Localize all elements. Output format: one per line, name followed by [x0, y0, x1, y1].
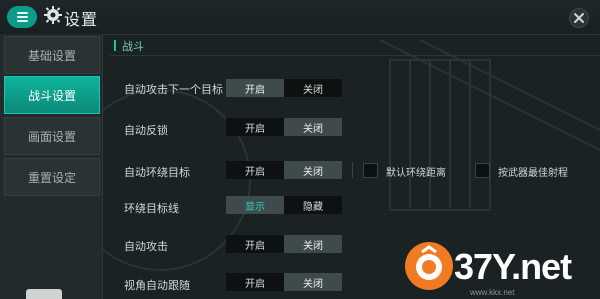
- watermark-subtext: www.kkx.net: [470, 288, 515, 297]
- close-button[interactable]: [569, 8, 589, 28]
- section-header: [110, 37, 600, 56]
- divider: [352, 162, 353, 178]
- gear-icon: [44, 6, 62, 24]
- page-title: 设置: [64, 10, 99, 29]
- setting-label: 自动攻击: [124, 240, 168, 253]
- toggle-auto-next-target: 开启 关闭: [226, 79, 342, 97]
- sidebar-item-reset[interactable]: 重置设定: [4, 158, 100, 196]
- toggle-auto-lock: 开启 关闭: [226, 118, 342, 136]
- setting-label: 环绕目标线: [124, 202, 179, 215]
- toggle-auto-attack: 开启 关闭: [226, 235, 342, 253]
- setting-label: 视角自动跟随: [124, 279, 190, 292]
- toggle-on-option[interactable]: 开启: [226, 235, 284, 253]
- setting-label: 自动反锁: [124, 124, 168, 137]
- toggle-on-option[interactable]: 开启: [226, 161, 284, 179]
- watermark-text: 37Y.net: [454, 246, 572, 287]
- toggle-orbit-line: 显示 隐藏: [226, 196, 342, 214]
- toggle-on-option[interactable]: 开启: [226, 79, 284, 97]
- toggle-show-option[interactable]: 显示: [226, 196, 284, 214]
- toggle-hide-option[interactable]: 隐藏: [284, 196, 342, 214]
- setting-label: 自动攻击下一个目标: [124, 83, 223, 96]
- setting-label: 自动环绕目标: [124, 166, 190, 179]
- toggle-off-option[interactable]: 关闭: [284, 235, 342, 253]
- checkbox-default-orbit-distance[interactable]: [363, 163, 378, 178]
- sidebar-item-combat[interactable]: 战斗设置: [4, 76, 100, 114]
- toggle-off-option[interactable]: 关闭: [284, 118, 342, 136]
- close-icon: [574, 13, 584, 23]
- toggle-on-option[interactable]: 开启: [226, 118, 284, 136]
- checkbox-label: 按武器最佳射程: [498, 168, 568, 179]
- checkbox-label: 默认环绕距离: [386, 168, 446, 179]
- toggle-off-option[interactable]: 关闭: [284, 161, 342, 179]
- toggle-camera-follow: 开启 关闭: [226, 273, 342, 291]
- section-marker: [114, 40, 116, 51]
- menu-button[interactable]: [7, 6, 37, 28]
- sidebar-item-label: 重置设定: [27, 170, 76, 185]
- section-title: 战斗: [122, 40, 144, 53]
- toggle-auto-orbit: 开启 关闭: [226, 161, 342, 179]
- sidebar-item-graphics[interactable]: 画面设置: [4, 117, 100, 155]
- sidebar-item-label: 基础设置: [27, 48, 76, 63]
- toggle-off-option[interactable]: 关闭: [284, 273, 342, 291]
- avatar: [26, 289, 62, 299]
- sidebar-item-label: 画面设置: [27, 129, 76, 144]
- toggle-off-option[interactable]: 关闭: [284, 79, 342, 97]
- checkbox-weapon-range[interactable]: [475, 163, 490, 178]
- sidebar-item-basic[interactable]: 基础设置: [4, 36, 100, 74]
- sidebar-item-label: 战斗设置: [27, 88, 76, 103]
- toggle-on-option[interactable]: 开启: [226, 273, 284, 291]
- watermark-logo-icon: [405, 242, 453, 290]
